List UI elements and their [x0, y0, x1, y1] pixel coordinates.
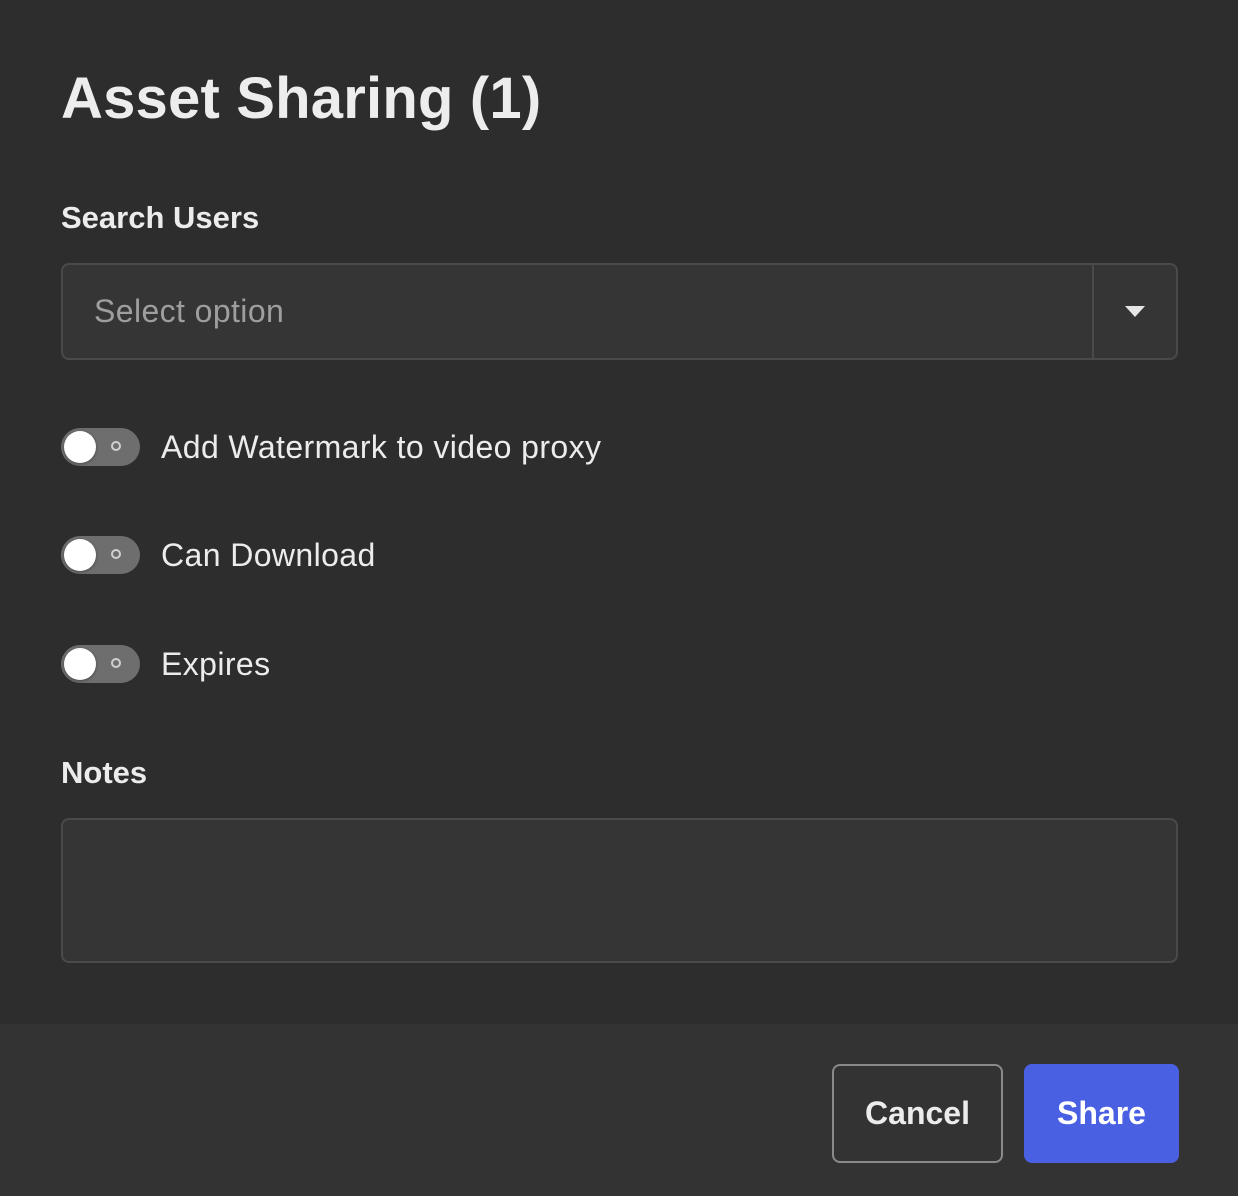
- search-users-label: Search Users: [61, 200, 260, 235]
- chevron-down-icon: [1125, 306, 1145, 317]
- dialog-body: Asset Sharing (1) Search Users Select op…: [0, 0, 1238, 1024]
- toggle-knob: [64, 539, 96, 571]
- search-users-placeholder[interactable]: Select option: [63, 265, 1092, 358]
- toggle-row-expires: Expires: [61, 644, 271, 684]
- watermark-toggle[interactable]: [61, 428, 140, 466]
- toggle-off-indicator-icon: [111, 441, 121, 451]
- toggle-row-watermark: Add Watermark to video proxy: [61, 427, 601, 467]
- notes-label: Notes: [61, 755, 148, 790]
- dialog-title: Asset Sharing (1): [61, 66, 542, 131]
- toggle-off-indicator-icon: [111, 658, 121, 668]
- asset-sharing-dialog: Asset Sharing (1) Search Users Select op…: [0, 0, 1238, 1196]
- select-dropdown-button[interactable]: [1092, 265, 1176, 358]
- toggle-knob: [64, 431, 96, 463]
- can-download-toggle[interactable]: [61, 536, 140, 574]
- toggle-off-indicator-icon: [111, 549, 121, 559]
- share-button[interactable]: Share: [1024, 1064, 1179, 1163]
- search-users-select[interactable]: Select option: [61, 263, 1178, 360]
- toggle-row-can-download: Can Download: [61, 535, 376, 575]
- toggle-knob: [64, 648, 96, 680]
- cancel-button[interactable]: Cancel: [832, 1064, 1003, 1163]
- dialog-footer: Cancel Share: [0, 1024, 1238, 1196]
- watermark-toggle-label: Add Watermark to video proxy: [161, 428, 602, 465]
- expires-toggle-label: Expires: [161, 645, 271, 682]
- can-download-toggle-label: Can Download: [161, 536, 376, 573]
- expires-toggle[interactable]: [61, 645, 140, 683]
- notes-textarea[interactable]: [61, 818, 1178, 963]
